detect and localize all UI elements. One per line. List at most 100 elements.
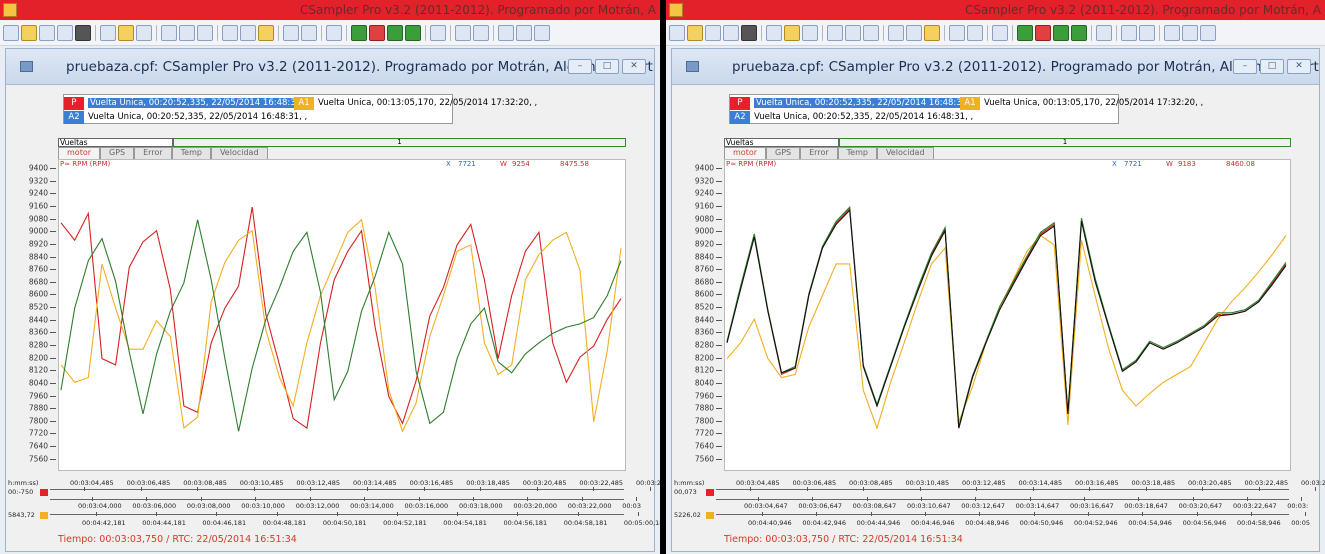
rpm-chart[interactable]: P≈ RPM (RPM) X 7721 W 9183 8460.08	[724, 159, 1291, 471]
tab-motor[interactable]: motor	[58, 147, 101, 159]
table-icon[interactable]	[1139, 24, 1155, 41]
legend-entry[interactable]: A2 Vuelta Unica, 00:20:52,335, 22/05/2014…	[64, 110, 307, 124]
chart-icon[interactable]	[455, 24, 471, 41]
upload-icon[interactable]	[430, 24, 446, 41]
document-title-bar[interactable]: pruebaza.cpf: CSampler Pro v3.2 (2011-20…	[6, 49, 654, 85]
delete-icon[interactable]	[75, 24, 91, 41]
rpm-plot-area[interactable]	[59, 160, 625, 470]
app-title-bar[interactable]: CSampler Pro v3.2 (2011-2012). Programad…	[666, 0, 1325, 20]
number-icon[interactable]	[222, 24, 238, 41]
swap-icon[interactable]	[949, 24, 965, 41]
list-icon[interactable]	[802, 24, 818, 41]
green-flag-icon[interactable]	[405, 24, 421, 41]
minimize-button[interactable]: –	[568, 59, 592, 74]
list-icon[interactable]	[136, 24, 152, 41]
printer-icon[interactable]	[992, 24, 1008, 41]
time-axis-line	[716, 489, 1289, 490]
tab-gps[interactable]: GPS	[100, 147, 135, 159]
zoom-in-icon[interactable]	[161, 24, 177, 41]
zoom-out-icon[interactable]	[179, 24, 195, 41]
zoom-fit-icon[interactable]	[863, 24, 879, 41]
time-axes[interactable]: h:mm:ss) 00,073 5226,02 00:03:04,485 00:03:0…	[674, 479, 1325, 529]
table-icon[interactable]	[473, 24, 489, 41]
legend-entry[interactable]: P Vuelta Unica, 00:20:52,335, 22/05/2014 …	[730, 96, 978, 110]
time-tick-label: 00:03:12,485	[962, 479, 1006, 487]
rows-icon[interactable]	[534, 24, 550, 41]
pencil-icon[interactable]	[258, 24, 274, 41]
columns-icon[interactable]	[1182, 24, 1198, 41]
tab-gps[interactable]: GPS	[766, 147, 801, 159]
target-icon[interactable]	[906, 24, 922, 41]
y-tick-mark	[50, 458, 56, 460]
printer-icon[interactable]	[326, 24, 342, 41]
maximize-button[interactable]: □	[595, 59, 619, 74]
document-title-bar[interactable]: pruebaza.cpf: CSampler Pro v3.2 (2011-20…	[672, 49, 1319, 85]
window-icon[interactable]	[1164, 24, 1180, 41]
window-icon[interactable]	[498, 24, 514, 41]
grid-icon[interactable]	[967, 24, 983, 41]
zoom-out-icon[interactable]	[845, 24, 861, 41]
new-file-icon[interactable]	[669, 24, 685, 41]
close-button[interactable]: ✕	[622, 59, 646, 74]
print-preview-icon[interactable]	[100, 24, 116, 41]
maximize-button[interactable]: □	[1260, 59, 1284, 74]
minimize-button[interactable]: –	[1233, 59, 1257, 74]
chart-icon[interactable]	[1121, 24, 1137, 41]
arrows-icon[interactable]	[1035, 24, 1051, 41]
zoom-fit-icon[interactable]	[197, 24, 213, 41]
legend-entry[interactable]: P Vuelta Unica, 00:20:52,335, 22/05/2014 …	[64, 96, 312, 110]
check-icon[interactable]	[1017, 24, 1033, 41]
green-flag-icon[interactable]	[1071, 24, 1087, 41]
time-tick-label: 00:03	[622, 502, 641, 510]
y-tick-mark	[716, 357, 722, 359]
y-tick-label: 8760	[28, 264, 48, 274]
tab-motor[interactable]: motor	[724, 147, 767, 159]
app-title-bar[interactable]: CSampler Pro v3.2 (2011-2012). Programad…	[0, 0, 660, 20]
time-tick-label: 00:03:16,647	[1069, 502, 1114, 510]
number-icon[interactable]	[888, 24, 904, 41]
check-icon[interactable]	[351, 24, 367, 41]
legend-entry[interactable]: A2 Vuelta Unica, 00:20:52,335, 22/05/2014…	[730, 110, 973, 124]
open-folder-icon[interactable]	[687, 24, 703, 41]
lap-bar[interactable]: 1	[173, 138, 626, 147]
rows-icon[interactable]	[1200, 24, 1216, 41]
print-preview-icon[interactable]	[766, 24, 782, 41]
lap-bar[interactable]: 1	[839, 138, 1291, 147]
time-tick-label: 00:03:08,647	[852, 502, 897, 510]
save-as-icon[interactable]	[723, 24, 739, 41]
pencil-icon[interactable]	[924, 24, 940, 41]
new-file-icon[interactable]	[3, 24, 19, 41]
save-icon[interactable]	[705, 24, 721, 41]
tab-velocidad[interactable]: Velocidad	[876, 147, 934, 159]
zoom-in-icon[interactable]	[827, 24, 843, 41]
tab-temp[interactable]: Temp	[837, 147, 877, 159]
rpm-chart[interactable]: P≈ RPM (RPM) X 7721 W 9254 8475.58	[58, 159, 626, 471]
time-axes[interactable]: h:mm:ss) 00:-750 5843,72 00:03:04,485 00:03:…	[8, 479, 660, 529]
green-flag-icon[interactable]	[1053, 24, 1069, 41]
magic-icon[interactable]	[784, 24, 800, 41]
target-icon[interactable]	[240, 24, 256, 41]
magic-icon[interactable]	[118, 24, 134, 41]
arrows-icon[interactable]	[369, 24, 385, 41]
tab-velocidad[interactable]: Velocidad	[210, 147, 268, 159]
y-tick-mark	[716, 206, 722, 208]
close-button[interactable]: ✕	[1287, 59, 1311, 74]
tab-error[interactable]: Error	[800, 147, 838, 159]
upload-icon[interactable]	[1096, 24, 1112, 41]
time-tick-label: 00:03:22,000	[567, 502, 612, 510]
save-as-icon[interactable]	[57, 24, 73, 41]
save-icon[interactable]	[39, 24, 55, 41]
delete-icon[interactable]	[741, 24, 757, 41]
legend-entry[interactable]: A1 Vuelta Unica, 00:13:05,170, 22/05/2014…	[294, 96, 537, 110]
grid-icon[interactable]	[301, 24, 317, 41]
swap-icon[interactable]	[283, 24, 299, 41]
green-flag-icon[interactable]	[387, 24, 403, 41]
columns-icon[interactable]	[516, 24, 532, 41]
tab-error[interactable]: Error	[134, 147, 172, 159]
rpm-plot-area[interactable]	[725, 160, 1290, 470]
open-folder-icon[interactable]	[21, 24, 37, 41]
time-tick-label: 00:03:14,647	[1015, 502, 1060, 510]
series-line-2	[60, 219, 622, 432]
tab-temp[interactable]: Temp	[171, 147, 211, 159]
legend-entry[interactable]: A1 Vuelta Unica, 00:13:05,170, 22/05/2014…	[960, 96, 1203, 110]
